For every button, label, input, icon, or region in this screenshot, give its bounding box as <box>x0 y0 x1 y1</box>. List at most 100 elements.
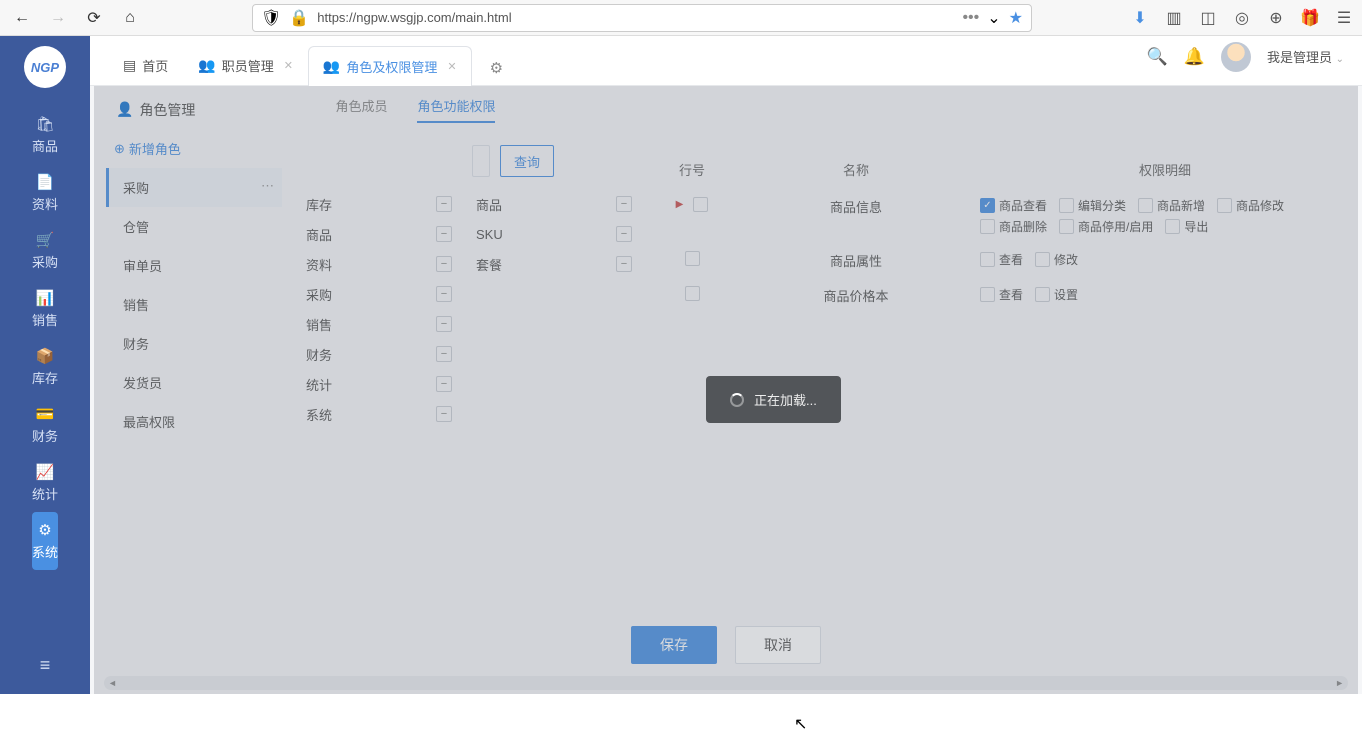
role-label: 销售 <box>123 298 149 313</box>
category-row-2[interactable]: 资料 − <box>302 249 456 279</box>
perm-item[interactable]: 修改 <box>1035 251 1078 268</box>
more-icon[interactable]: ⋯ <box>261 178 274 194</box>
expand-icon[interactable]: − <box>436 226 452 242</box>
cancel-button[interactable]: 取消 <box>735 626 821 664</box>
role-item-1[interactable]: 仓管 <box>106 207 282 246</box>
sidebar-item-1[interactable]: 📄资料 <box>26 164 64 222</box>
sidebar-item-2[interactable]: 🛒采购 <box>26 222 64 280</box>
new-role-button[interactable]: ⊕ 新增角色 <box>114 139 282 158</box>
search-icon[interactable]: 🔍 <box>1147 47 1168 67</box>
sidebar-icon[interactable]: ◫ <box>1198 8 1218 28</box>
checkbox[interactable] <box>1059 219 1074 234</box>
gift-icon[interactable]: 🎁 <box>1300 8 1320 28</box>
tab-settings-icon[interactable]: ⚙ <box>482 51 511 85</box>
category-row-7[interactable]: 系统− <box>302 399 456 429</box>
checkbox[interactable] <box>1035 252 1050 267</box>
expand-icon[interactable]: − <box>436 316 452 332</box>
collapse-sidebar-icon[interactable]: ≡ <box>40 655 51 676</box>
tab-2[interactable]: 👥角色及权限管理✕ <box>308 46 472 86</box>
sidebar-item-3[interactable]: 📊销售 <box>26 280 64 338</box>
bookmark-star-icon[interactable]: ★ <box>1009 8 1023 28</box>
perm-item[interactable]: 商品停用/启用 <box>1059 218 1153 235</box>
library-icon[interactable]: ▥ <box>1164 8 1184 28</box>
checkbox[interactable] <box>1059 198 1074 213</box>
expand-icon[interactable]: − <box>436 406 452 422</box>
category-row-4[interactable]: 销售− <box>302 309 456 339</box>
row-checkbox[interactable] <box>685 251 700 266</box>
role-item-3[interactable]: 销售 <box>106 285 282 324</box>
role-item-5[interactable]: 发货员 <box>106 363 282 402</box>
sidebar-item-0[interactable]: 🛍商品 <box>26 106 64 164</box>
checkbox[interactable] <box>980 219 995 234</box>
expand-icon[interactable]: − <box>616 256 632 272</box>
checkbox[interactable] <box>980 252 995 267</box>
checkbox[interactable] <box>980 287 995 302</box>
tab-0[interactable]: ▤首页 <box>108 45 183 85</box>
search-input[interactable] <box>472 145 490 177</box>
query-button[interactable]: 查询 <box>500 145 554 177</box>
home-button[interactable]: ⌂ <box>116 4 144 32</box>
sidebar-item-7[interactable]: ⚙系统 <box>32 512 58 570</box>
perm-item[interactable]: 设置 <box>1035 286 1078 303</box>
perm-item[interactable]: 查看 <box>980 286 1023 303</box>
sidebar-item-5[interactable]: 💳财务 <box>26 396 64 454</box>
subitem-row-1[interactable]: SKU− <box>472 219 636 249</box>
category-row-6[interactable]: 统计− <box>302 369 456 399</box>
perm-item[interactable]: 商品修改 <box>1217 197 1284 214</box>
subitem-row-2[interactable]: 套餐− <box>472 249 636 279</box>
role-item-6[interactable]: 最高权限 <box>106 402 282 441</box>
row-name: 商品价格本 <box>732 286 980 305</box>
subtab-1[interactable]: 角色功能权限 <box>417 96 495 123</box>
perm-item[interactable]: 查看 <box>980 251 1023 268</box>
checkbox[interactable] <box>1217 198 1232 213</box>
checkbox[interactable]: ✓ <box>980 198 995 213</box>
sidebar-item-4[interactable]: 📦库存 <box>26 338 64 396</box>
perm-item[interactable]: 导出 <box>1165 218 1208 235</box>
account-icon[interactable]: ◎ <box>1232 8 1252 28</box>
category-row-1[interactable]: 商品− <box>302 219 456 249</box>
forward-button[interactable]: → <box>44 4 72 32</box>
expand-icon[interactable]: − <box>436 286 452 302</box>
subtab-0[interactable]: 角色成员 <box>335 96 387 123</box>
back-button[interactable]: ← <box>8 4 36 32</box>
role-item-2[interactable]: 审单员 <box>106 246 282 285</box>
expand-icon[interactable]: − <box>436 346 452 362</box>
tab-1[interactable]: 👥职员管理✕ <box>183 45 308 85</box>
close-icon[interactable]: ✕ <box>447 60 456 73</box>
row-checkbox[interactable] <box>693 197 708 212</box>
expand-icon[interactable]: − <box>436 196 452 212</box>
horizontal-scrollbar[interactable]: ◄► <box>104 676 1348 690</box>
pocket-icon[interactable]: ⌄ <box>987 8 1000 28</box>
bell-icon[interactable]: 🔔 <box>1184 47 1205 67</box>
menu-icon[interactable]: ☰ <box>1334 8 1354 28</box>
perm-item[interactable]: 编辑分类 <box>1059 197 1126 214</box>
save-button[interactable]: 保存 <box>631 626 717 664</box>
reload-button[interactable]: ⟳ <box>80 4 108 32</box>
expand-icon[interactable]: − <box>436 256 452 272</box>
checkbox[interactable] <box>1138 198 1153 213</box>
checkbox[interactable] <box>1165 219 1180 234</box>
expand-icon[interactable]: − <box>616 196 632 212</box>
expand-icon[interactable]: − <box>436 376 452 392</box>
sidebar-item-6[interactable]: 📈统计 <box>26 454 64 512</box>
category-row-3[interactable]: 采购− <box>302 279 456 309</box>
address-bar[interactable]: 🛡 🔒 https://ngpw.wsgjp.com/main.html •••… <box>252 4 1032 32</box>
perm-item[interactable]: ✓商品查看 <box>980 197 1047 214</box>
subitem-row-0[interactable]: 商品− <box>472 189 636 219</box>
category-row-0[interactable]: 库存− <box>302 189 456 219</box>
perm-item[interactable]: 商品删除 <box>980 218 1047 235</box>
extensions-icon[interactable]: ⊕ <box>1266 8 1286 28</box>
checkbox[interactable] <box>1035 287 1050 302</box>
perm-item[interactable]: 商品新增 <box>1138 197 1205 214</box>
role-item-4[interactable]: 财务 <box>106 324 282 363</box>
row-checkbox[interactable] <box>685 286 700 301</box>
category-row-5[interactable]: 财务− <box>302 339 456 369</box>
role-item-0[interactable]: 采购⋯ <box>106 168 282 207</box>
download-icon[interactable]: ⬇ <box>1130 8 1150 28</box>
close-icon[interactable]: ✕ <box>284 59 293 72</box>
user-name[interactable]: 我是管理员 ⌄ <box>1267 47 1344 66</box>
expand-icon[interactable]: − <box>616 226 632 242</box>
category-label: 资料 <box>306 255 332 274</box>
ellipsis-icon[interactable]: ••• <box>962 9 979 27</box>
avatar[interactable] <box>1221 42 1251 72</box>
